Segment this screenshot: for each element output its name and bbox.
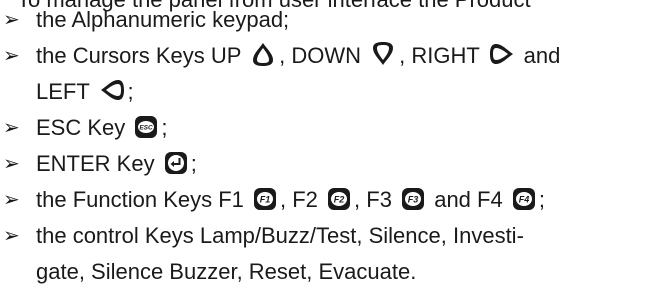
item-text: the Alphanumeric keypad; — [36, 7, 290, 32]
f4-key-icon: F4 — [512, 187, 536, 211]
f2-key-icon: F2 — [327, 187, 351, 211]
f3-key-label: F3 — [408, 195, 419, 205]
f1-key-icon: F1 — [253, 187, 277, 211]
bullet-arrow-icon: ➢ — [3, 9, 20, 31]
f1-key-label: F1 — [260, 195, 271, 205]
esc-key-icon: ESC — [134, 115, 158, 139]
bullet-arrow-icon: ➢ — [3, 225, 20, 247]
bullet-arrow-icon: ➢ — [3, 189, 20, 211]
f2-key-label: F2 — [334, 195, 345, 205]
up-key-icon — [250, 41, 276, 67]
item-text: ENTER Key ; — [36, 151, 197, 176]
f4-key-label: F4 — [519, 195, 530, 205]
right-key-icon — [489, 41, 515, 67]
bullet-arrow-icon: ➢ — [3, 45, 20, 67]
f3-key-icon: F3 — [401, 187, 425, 211]
bullet-arrow-icon: ➢ — [3, 153, 20, 175]
item-text: the Function Keys F1 F1 , F2 F2 , F3 F3 … — [36, 187, 545, 212]
item-text: the Cursors Keys UP , DOWN , RIGHT and — [36, 41, 561, 68]
down-key-icon — [370, 41, 396, 67]
item-text: the control Keys Lamp/Buzz/Test, Silence… — [36, 223, 524, 248]
item-text: gate, Silence Buzzer, Reset, Evacuate. — [36, 259, 417, 284]
esc-key-label: ESC — [140, 125, 154, 132]
bullet-arrow-icon: ➢ — [3, 117, 20, 139]
enter-key-icon — [164, 151, 188, 175]
item-text: ESC Key ESC ; — [36, 115, 168, 140]
left-key-icon — [99, 77, 125, 103]
document-page: To manage the panel from user interface … — [0, 0, 657, 299]
item-text: LEFT ; — [36, 77, 134, 104]
